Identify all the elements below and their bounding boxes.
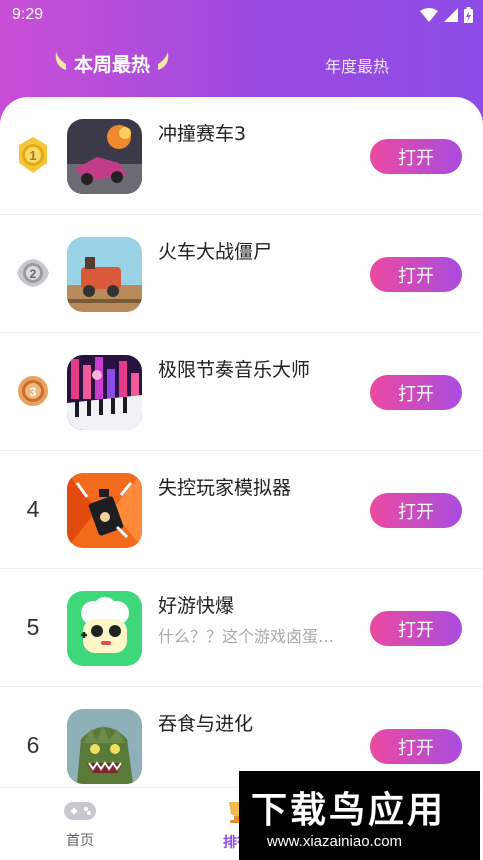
app-icon (67, 591, 142, 666)
rank-slot: 4 (10, 489, 56, 529)
app-name: 火车大战僵尸 (158, 241, 273, 263)
app-name: 好游快爆 (158, 595, 235, 617)
gold-medal-icon: 1 (10, 135, 56, 175)
tab-weekly[interactable]: 本周最热 (52, 50, 172, 77)
wifi-icon (420, 8, 438, 27)
rank-slot: 5 (10, 607, 56, 647)
app-icon (67, 473, 142, 548)
list-item[interactable]: 2 火车大战僵尸 打开 (0, 215, 483, 333)
app-icon (67, 119, 142, 194)
ranking-tabs: 本周最热 年度最热 (0, 40, 483, 90)
rank-number: 6 (26, 731, 40, 758)
list-item[interactable]: 4 失控玩家模拟器 打开 (0, 451, 483, 569)
silver-medal-icon: 2 (10, 253, 56, 293)
signal-icon (444, 8, 458, 27)
rank-number: 2 (30, 267, 37, 281)
bronze-medal-icon: 3 (10, 371, 56, 411)
app-description: 什么？？这个游戏卤蛋… (158, 627, 335, 646)
open-button[interactable]: 打开 (370, 611, 462, 646)
app-icon (67, 237, 142, 312)
rank-number: 1 (29, 148, 36, 163)
app-icon (67, 355, 142, 430)
rank-number: 4 (26, 495, 40, 522)
nav-home-label: 首页 (66, 833, 94, 849)
battery-icon (464, 7, 473, 28)
watermark-url: www.xiazainiao.com (267, 833, 403, 850)
list-item[interactable]: 1 冲撞赛车3 打开 (0, 97, 483, 215)
app-name: 失控玩家模拟器 (158, 477, 292, 499)
rank-number: 5 (26, 613, 40, 640)
open-button[interactable]: 打开 (370, 729, 462, 764)
status-bar: 9:29 (0, 0, 483, 32)
app-icon (67, 709, 142, 784)
rank-slot: 6 (10, 725, 56, 765)
laurel-icon (52, 50, 68, 77)
status-icons (420, 7, 473, 28)
ranking-list: 1 冲撞赛车3 打开 2 火车大战僵尸 打开 3 极限节奏音乐大师 打开 4 失… (0, 97, 483, 787)
app-name: 吞食与进化 (158, 713, 254, 735)
list-item[interactable]: 3 极限节奏音乐大师 打开 (0, 333, 483, 451)
open-button[interactable]: 打开 (370, 493, 462, 528)
tab-weekly-label: 本周最热 (74, 54, 151, 76)
watermark-title: 下载鸟应用 (251, 790, 447, 831)
laurel-icon (156, 50, 172, 77)
list-item[interactable]: 5 好游快爆 什么？？这个游戏卤蛋… 打开 (0, 569, 483, 687)
app-name: 极限节奏音乐大师 (158, 359, 311, 381)
tab-yearly[interactable]: 年度最热 (325, 53, 389, 77)
rank-number: 3 (30, 385, 37, 399)
gamepad-icon (64, 802, 96, 826)
nav-home[interactable]: 首页 (55, 800, 105, 850)
open-button[interactable]: 打开 (370, 257, 462, 292)
open-button[interactable]: 打开 (370, 375, 462, 410)
status-time: 9:29 (12, 6, 44, 23)
watermark: 下载鸟应用 www.xiazainiao.com (239, 771, 480, 860)
open-button[interactable]: 打开 (370, 139, 462, 174)
app-name: 冲撞赛车3 (158, 123, 247, 145)
